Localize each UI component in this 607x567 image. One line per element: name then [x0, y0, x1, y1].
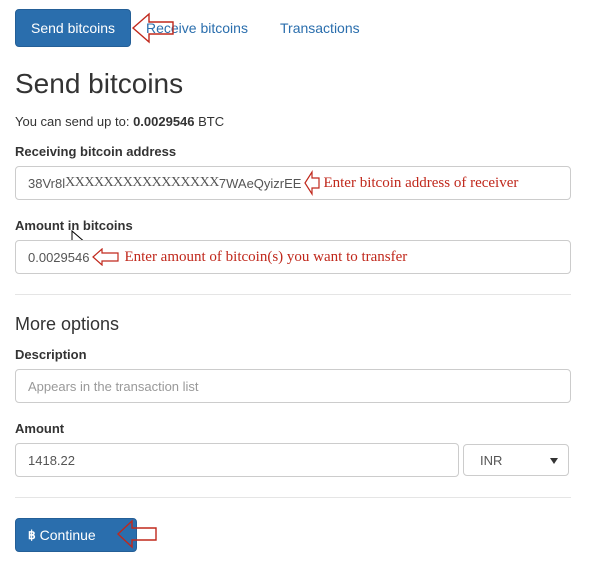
masked-address: XXXXXXXXXXXXXXXX — [65, 175, 219, 190]
annotation-arrow-left-icon — [131, 12, 174, 44]
address-input[interactable]: 38Vr8l XXXXXXXXXXXXXXXX 7WAeQyizrEE Enter… — [15, 166, 571, 200]
btc-amount-input[interactable]: 0.0029546 Enter amount of bitcoin(s) you… — [15, 240, 571, 274]
chevron-down-icon — [550, 458, 558, 464]
annotation-arrow-left-icon — [116, 519, 157, 549]
divider — [15, 497, 571, 498]
description-placeholder: Appears in the transaction list — [28, 378, 199, 394]
address-annotation: Enter bitcoin address of receiver — [323, 174, 519, 191]
tab-transactions[interactable]: Transactions — [280, 20, 360, 36]
fiat-amount-input[interactable]: 1418.22 — [15, 443, 459, 477]
btc-amount-annotation: Enter amount of bitcoin(s) you want to t… — [124, 248, 408, 265]
page-title: Send bitcoins — [15, 68, 184, 99]
annotation-arrow-left-icon — [92, 248, 120, 266]
description-label: Description — [15, 347, 87, 362]
divider — [15, 294, 571, 295]
description-input[interactable]: Appears in the transaction list — [15, 369, 571, 403]
send-limit-text: You can send up to: 0.0029546 BTC — [15, 114, 225, 129]
currency-select[interactable]: INR — [463, 444, 569, 476]
tab-send-bitcoins[interactable]: Send bitcoins — [15, 9, 132, 47]
send-limit-amount: 0.0029546 — [133, 114, 195, 129]
annotation-arrow-left-icon — [304, 170, 321, 196]
bitcoin-icon: ฿ — [28, 528, 36, 542]
amount-label: Amount — [15, 421, 65, 436]
tab-bar: Send bitcoins — [15, 9, 132, 47]
address-label: Receiving bitcoin address — [15, 144, 177, 159]
more-options-title: More options — [15, 314, 120, 334]
